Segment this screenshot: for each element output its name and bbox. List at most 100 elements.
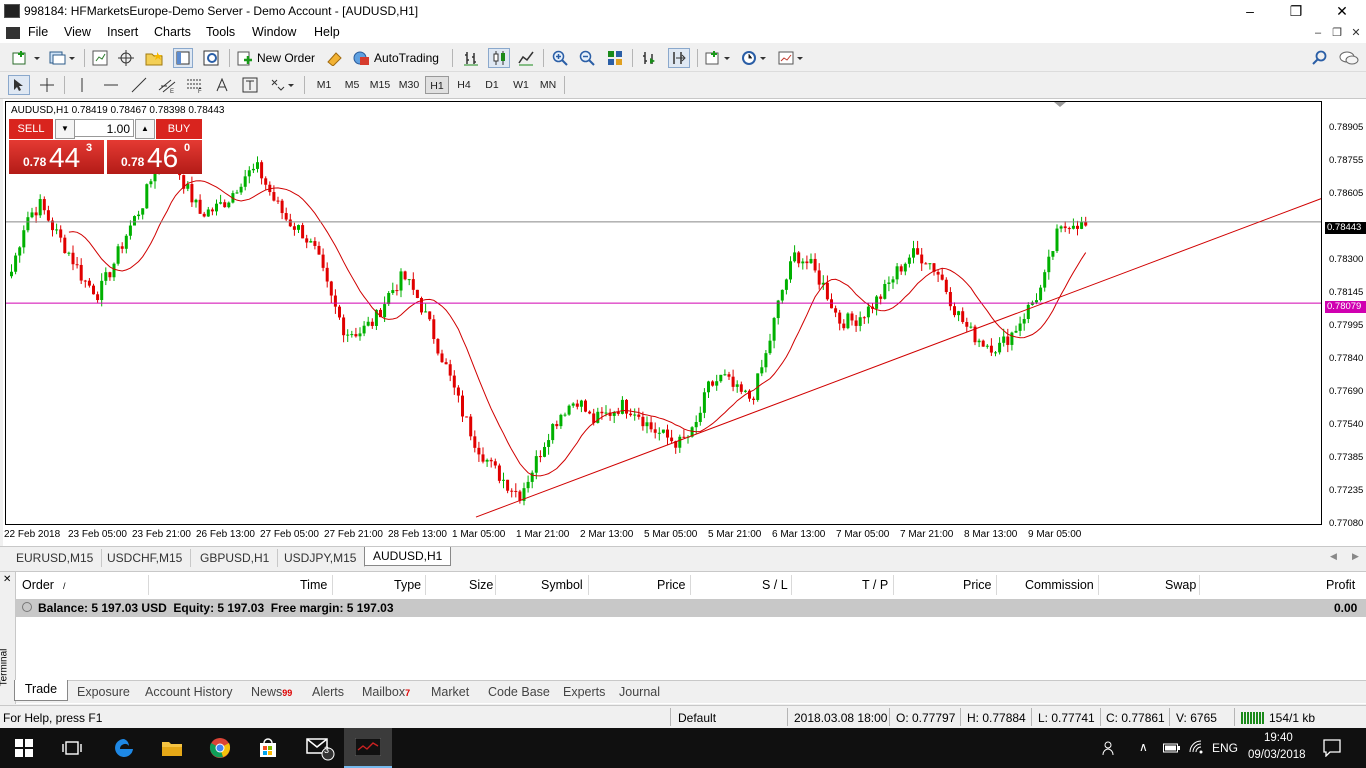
column-size[interactable]: Size — [469, 578, 493, 592]
column-commission[interactable]: Commission — [1025, 578, 1094, 592]
channel-tool[interactable]: E — [157, 75, 177, 95]
people-icon[interactable] — [1102, 740, 1118, 759]
column-stop-loss[interactable]: S / L — [762, 578, 788, 592]
timeframe-m1[interactable]: M1 — [313, 76, 335, 94]
autotrading-button[interactable]: AutoTrading — [352, 48, 444, 68]
task-view-button[interactable] — [48, 728, 96, 768]
tabs-scroll-right-icon[interactable]: ▶ — [1352, 551, 1359, 562]
mdi-minimize-icon[interactable]: – — [1311, 26, 1325, 40]
terminal-button[interactable] — [173, 48, 193, 68]
text-tool[interactable] — [213, 75, 231, 95]
chart-tab-gbpusd[interactable]: GBPUSD,H1 — [192, 549, 279, 567]
search-button[interactable] — [1310, 48, 1330, 68]
menu-insert[interactable]: Insert — [107, 25, 138, 39]
vertical-line-tool[interactable] — [73, 75, 91, 95]
terminal-tab-news[interactable]: News99 — [251, 683, 292, 701]
timeframe-d1[interactable]: D1 — [481, 76, 503, 94]
column-time[interactable]: Time — [300, 578, 327, 592]
chrome-button[interactable] — [196, 728, 244, 768]
terminal-tab-journal[interactable]: Journal — [619, 683, 660, 701]
zoom-out-button[interactable] — [577, 48, 597, 68]
terminal-tab-account-history[interactable]: Account History — [145, 683, 233, 701]
store-button[interactable] — [244, 728, 292, 768]
terminal-tab-exposure[interactable]: Exposure — [77, 683, 130, 701]
metatrader-taskbar-button[interactable] — [344, 728, 392, 768]
column-take-profit[interactable]: T / P — [862, 578, 888, 592]
column-type[interactable]: Type — [394, 578, 421, 592]
menu-window[interactable]: Window — [252, 25, 296, 39]
menu-view[interactable]: View — [64, 25, 91, 39]
edge-button[interactable] — [100, 728, 148, 768]
timeframe-m5[interactable]: M5 — [341, 76, 363, 94]
navigator-button[interactable] — [144, 48, 164, 68]
chart-tab-eurusd[interactable]: EURUSD,M15 — [8, 549, 103, 567]
clock-time[interactable]: 19:40 — [1264, 732, 1293, 744]
balance-row[interactable]: Balance: 5 197.03 USD Equity: 5 197.03 F… — [16, 599, 1366, 617]
mdi-restore-icon[interactable]: ❐ — [1330, 26, 1344, 40]
lot-increase-button[interactable]: ▲ — [135, 119, 155, 139]
clock-date[interactable]: 09/03/2018 — [1248, 749, 1306, 761]
timeframe-m30[interactable]: M30 — [395, 76, 423, 94]
mail-button[interactable]: 3 — [296, 728, 344, 768]
sell-button[interactable]: SELL — [9, 119, 53, 139]
periods-button[interactable] — [740, 48, 770, 68]
column-profit[interactable]: Profit — [1326, 578, 1355, 592]
fibonacci-tool[interactable]: F — [185, 75, 205, 95]
new-chart-button[interactable] — [6, 48, 48, 68]
trendline-tool[interactable] — [129, 75, 149, 95]
sell-price-button[interactable]: 0.78 44 3 — [9, 140, 104, 174]
wifi-icon[interactable] — [1189, 740, 1205, 757]
chart-tab-audusd[interactable]: AUDUSD,H1 — [364, 547, 452, 566]
crosshair-tool[interactable] — [37, 75, 57, 95]
timeframe-mn[interactable]: MN — [536, 76, 560, 94]
market-watch-button[interactable] — [90, 48, 110, 68]
candlestick-button[interactable] — [488, 48, 510, 68]
menu-tools[interactable]: Tools — [206, 25, 235, 39]
terminal-tab-mailbox[interactable]: Mailbox7 — [362, 683, 410, 701]
bar-chart-button[interactable] — [461, 48, 481, 68]
minimize-button[interactable]: – — [1227, 0, 1273, 23]
zoom-in-button[interactable] — [550, 48, 570, 68]
profiles-button[interactable] — [48, 48, 78, 68]
chat-button[interactable] — [1338, 48, 1360, 68]
strategy-tester-button[interactable] — [201, 48, 221, 68]
chart-plot-area[interactable]: AUDUSD,H1 0.78419 0.78467 0.78398 0.7844… — [5, 101, 1322, 525]
timeframe-h1[interactable]: H1 — [425, 76, 449, 94]
mdi-close-icon[interactable]: ✕ — [1349, 26, 1363, 40]
line-chart-button[interactable] — [516, 48, 536, 68]
chart-tab-usdjpy[interactable]: USDJPY,M15 — [276, 549, 366, 567]
notifications-icon[interactable] — [1323, 739, 1341, 760]
terminal-tab-alerts[interactable]: Alerts — [312, 683, 344, 701]
terminal-tab-code-base[interactable]: Code Base — [488, 683, 550, 701]
text-label-tool[interactable] — [240, 75, 260, 95]
column-symbol[interactable]: Symbol — [541, 578, 583, 592]
chart-shift-button[interactable] — [668, 48, 690, 68]
menu-help[interactable]: Help — [314, 25, 340, 39]
terminal-close-icon[interactable]: ✕ — [3, 574, 11, 585]
terminal-tab-market[interactable]: Market — [431, 683, 469, 701]
new-order-button[interactable]: New Order — [236, 48, 320, 68]
arrows-tool[interactable] — [268, 75, 296, 95]
close-button[interactable]: ✕ — [1319, 0, 1365, 23]
lot-decrease-button[interactable]: ▼ — [55, 119, 75, 139]
column-order[interactable]: Order — [22, 578, 54, 592]
horizontal-line-tool[interactable] — [101, 75, 121, 95]
buy-price-button[interactable]: 0.78 46 0 — [107, 140, 202, 174]
metaeditor-button[interactable] — [325, 48, 345, 68]
language-indicator[interactable]: ENG — [1212, 741, 1238, 755]
column-swap[interactable]: Swap — [1165, 578, 1196, 592]
chart-tab-usdchf[interactable]: USDCHF,M15 — [99, 549, 192, 567]
menu-file[interactable]: File — [28, 25, 48, 39]
menu-charts[interactable]: Charts — [154, 25, 191, 39]
indicators-button[interactable] — [704, 48, 734, 68]
terminal-tab-trade[interactable]: Trade — [14, 680, 68, 701]
column-price[interactable]: Price — [657, 578, 685, 592]
start-button[interactable] — [0, 728, 48, 768]
maximize-button[interactable]: ❐ — [1273, 0, 1319, 23]
templates-button[interactable] — [777, 48, 807, 68]
cursor-tool[interactable] — [8, 75, 30, 95]
timeframe-w1[interactable]: W1 — [509, 76, 533, 94]
battery-icon[interactable] — [1163, 742, 1181, 757]
file-explorer-button[interactable] — [148, 728, 196, 768]
lot-size-input[interactable]: 1.00 — [74, 119, 134, 137]
